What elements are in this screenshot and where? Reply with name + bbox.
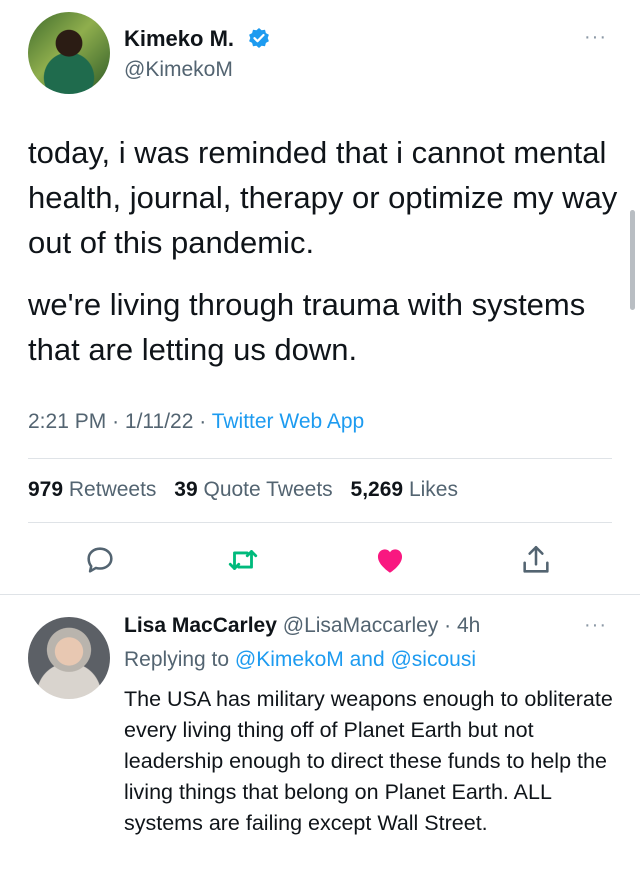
replying-to-user-2[interactable]: @sicousi (390, 648, 476, 671)
engagement-stats: 979 Retweets 39 Quote Tweets 5,269 Likes (28, 478, 458, 502)
replying-to: Replying to @KimekoM and @sicousi (124, 648, 476, 672)
retweets-count: 979 (28, 478, 64, 501)
tweet-text-paragraph-2: we're living through trauma with systems… (28, 287, 586, 367)
author-name[interactable]: Kimeko M. (124, 26, 234, 52)
reply-icon[interactable] (80, 540, 120, 580)
reply-author-name[interactable]: Lisa MacCarley (124, 614, 277, 637)
reply-age[interactable]: 4h (457, 614, 480, 637)
reply-text: The USA has military weapons enough to o… (124, 687, 613, 835)
retweets-label: Retweets (68, 478, 157, 501)
reply-header: Lisa MacCarley @LisaMaccarley · 4h (124, 614, 481, 637)
scrollbar[interactable] (630, 210, 635, 310)
tweet-source[interactable]: Twitter Web App (212, 410, 365, 433)
like-heart-icon[interactable] (370, 540, 410, 580)
reply-author-handle[interactable]: @LisaMaccarley (283, 614, 439, 637)
tweet-time[interactable]: 2:21 PM (28, 410, 106, 433)
tweet-date[interactable]: 1/11/22 (125, 410, 194, 433)
retweets-stat[interactable]: 979 Retweets (28, 478, 156, 501)
likes-stat[interactable]: 5,269 Likes (351, 478, 458, 501)
reply-author-avatar[interactable] (28, 617, 110, 699)
more-icon[interactable]: ··· (584, 26, 607, 49)
divider (0, 594, 640, 595)
likes-label: Likes (408, 478, 458, 501)
author-avatar[interactable] (28, 12, 110, 94)
divider (28, 458, 612, 459)
quote-tweets-stat[interactable]: 39 Quote Tweets (174, 478, 332, 501)
tweet-text-paragraph-1: today, i was reminded that i cannot ment… (28, 135, 618, 260)
replying-to-and: and (349, 648, 385, 671)
replying-to-prefix: Replying to (124, 648, 230, 671)
likes-count: 5,269 (350, 478, 404, 501)
replying-to-user-1[interactable]: @KimekoM (235, 648, 344, 671)
share-icon[interactable] (516, 540, 556, 580)
more-icon[interactable]: ··· (584, 614, 607, 637)
verified-badge-icon (248, 27, 270, 49)
retweet-icon[interactable] (223, 540, 263, 580)
quote-count: 39 (174, 478, 198, 501)
quote-label: Quote Tweets (203, 478, 333, 501)
divider (28, 522, 612, 523)
tweet-meta: 2:21 PM · 1/11/22 · Twitter Web App (28, 410, 365, 433)
author-handle[interactable]: @KimekoM (124, 58, 233, 82)
